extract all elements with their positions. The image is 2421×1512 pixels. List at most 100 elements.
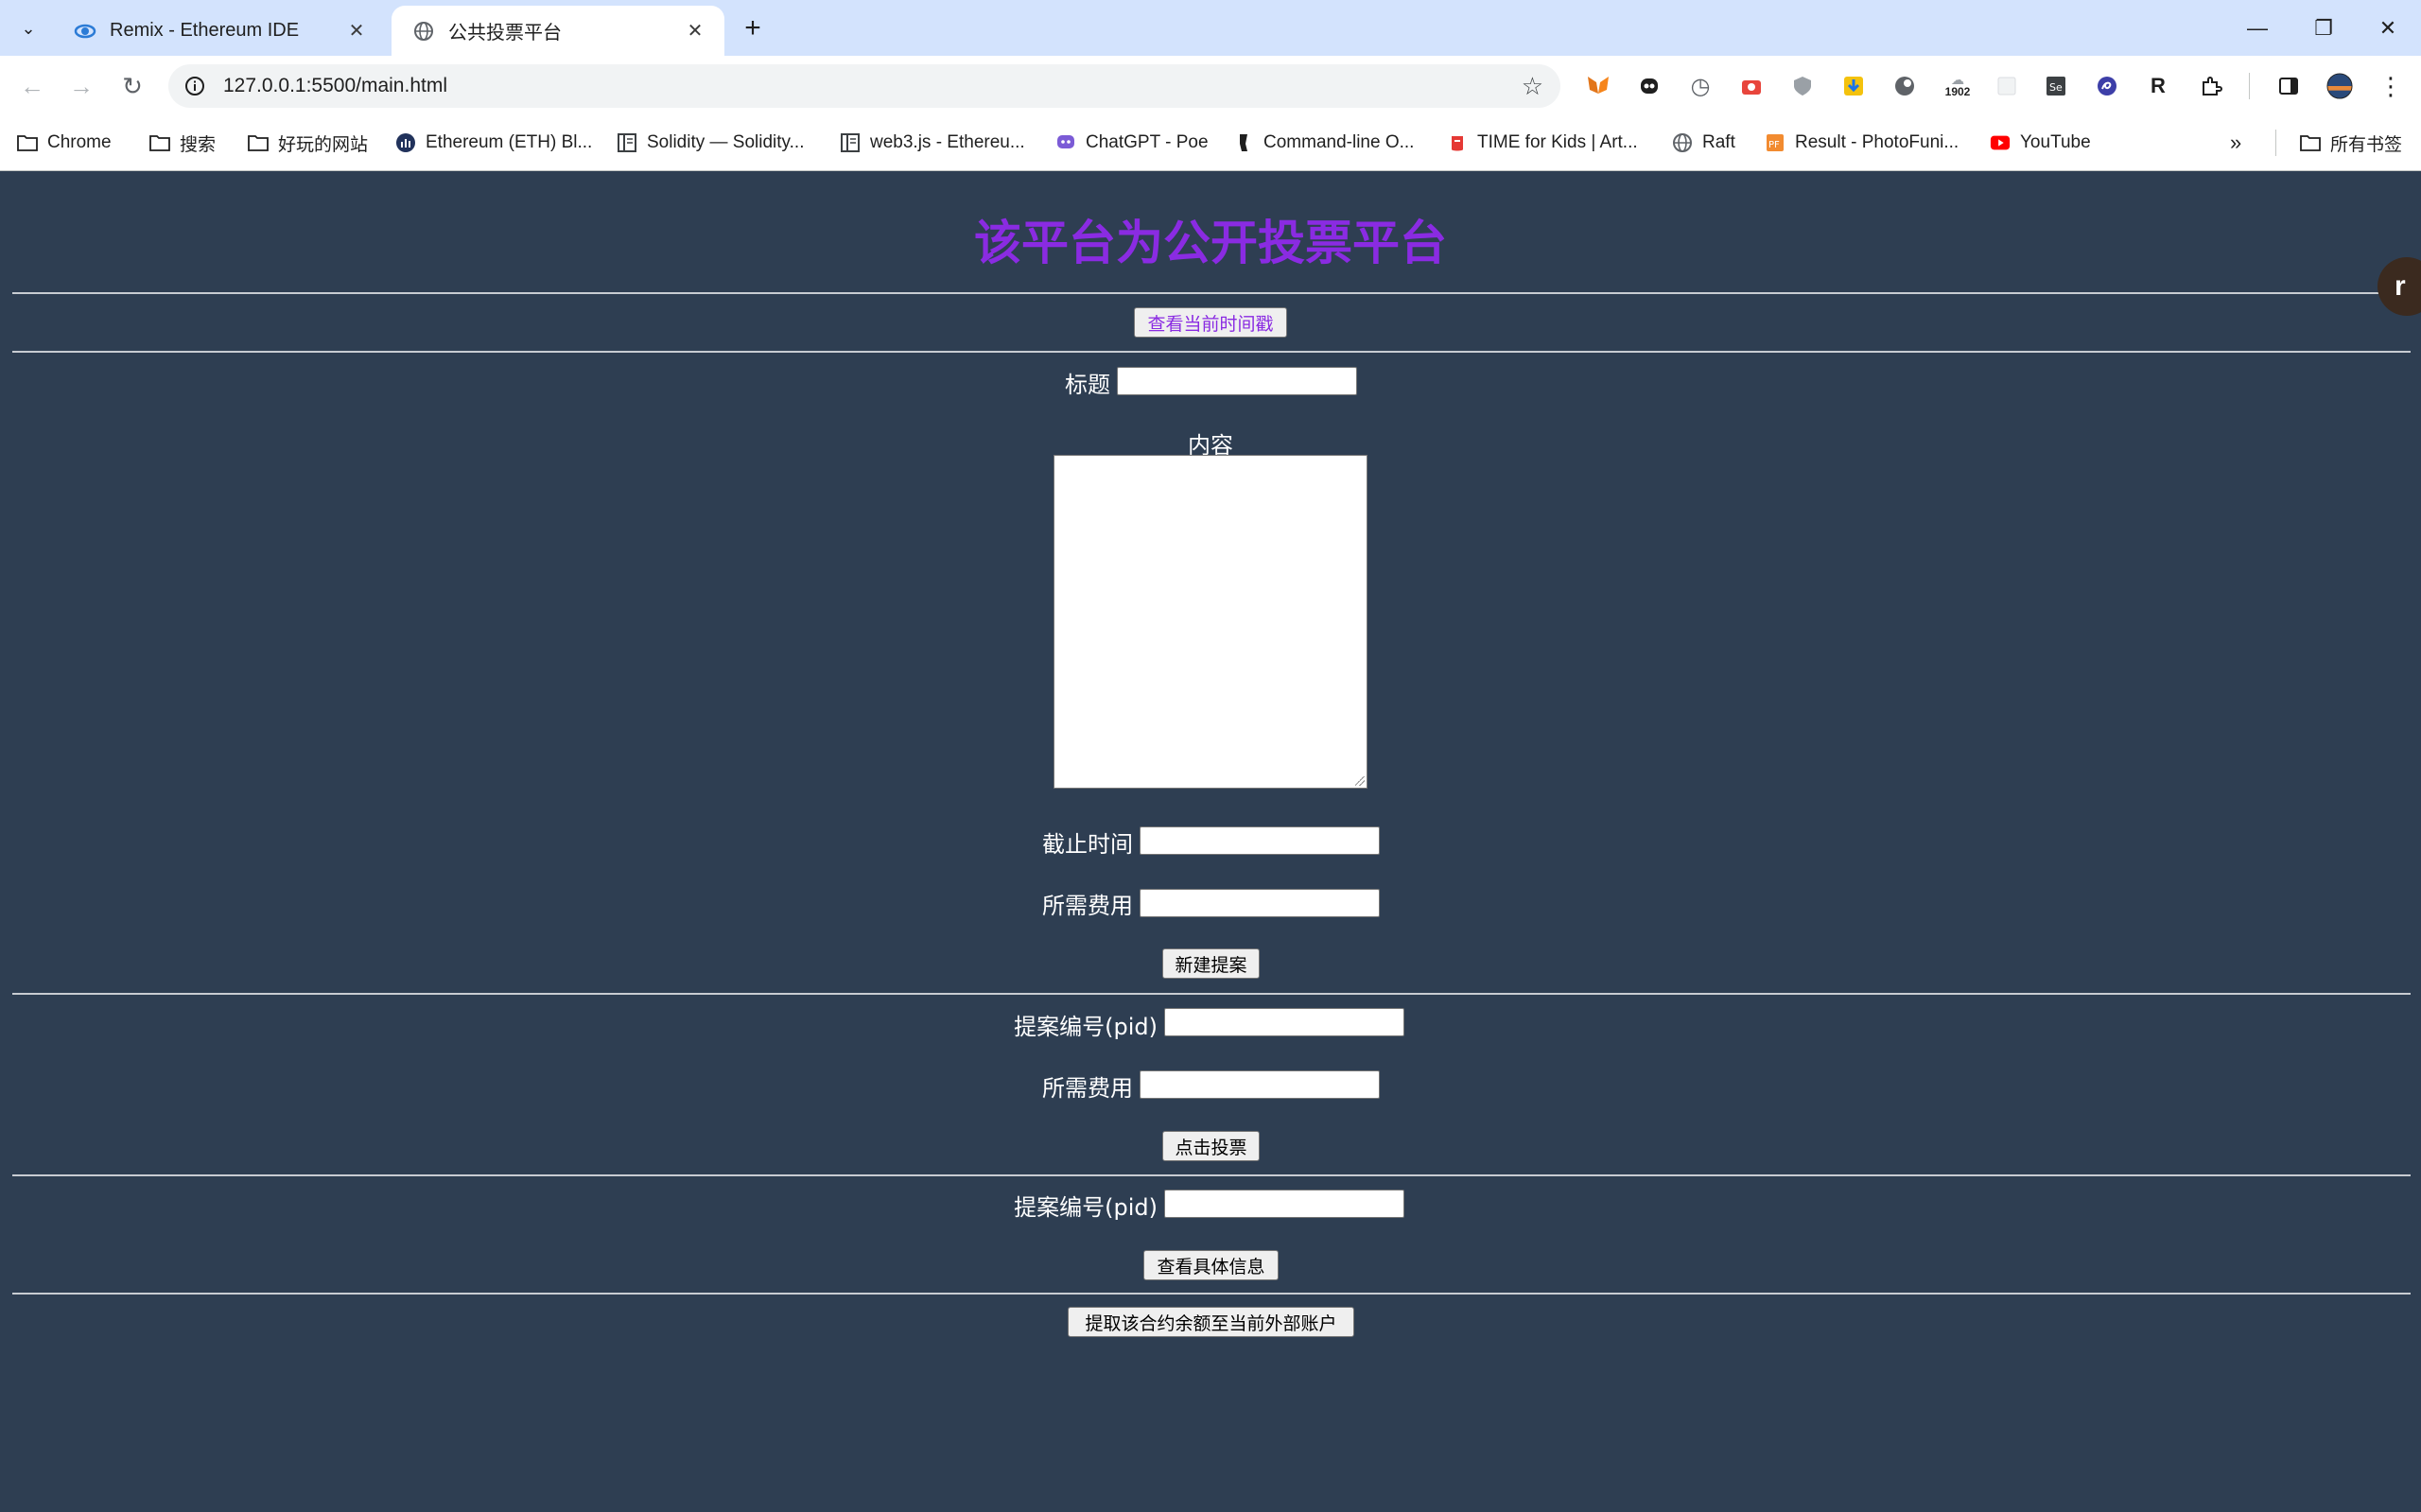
bookmark-label: 所有书签	[2330, 134, 2403, 155]
restore-icon: ❐	[2314, 15, 2333, 40]
swirl-extension-icon[interactable]	[2094, 73, 2120, 99]
command-icon	[1233, 132, 1254, 153]
address-bar[interactable]: 127.0.0.1:5500/main.html ☆	[168, 64, 1560, 108]
create-proposal-button[interactable]: 新建提案	[1162, 948, 1260, 979]
bookmark-time-for-kids[interactable]: TIME for Kids | Art...	[1447, 116, 1638, 169]
url-text[interactable]: 127.0.0.1:5500/main.html	[223, 64, 447, 108]
globe-icon	[412, 20, 435, 43]
title-input[interactable]	[1117, 367, 1357, 395]
download-icon[interactable]	[1840, 73, 1867, 99]
svg-text:Se: Se	[2049, 81, 2063, 94]
tab-strip: ⌄ Remix - Ethereum IDE ✕ 公共投票平台 ✕ + — ❐ …	[0, 0, 2421, 56]
folder-icon	[2300, 132, 2321, 153]
divider	[12, 292, 2411, 294]
bookmark-youtube[interactable]: YouTube	[1990, 116, 2091, 169]
restore-button[interactable]: ❐	[2290, 0, 2357, 56]
vote-pid-label: 提案编号(pid)	[1014, 1014, 1158, 1040]
bookmark-poe[interactable]: ChatGPT - Poe	[1055, 116, 1209, 169]
camera-icon[interactable]	[1738, 73, 1765, 99]
vote-fee-input[interactable]	[1140, 1070, 1380, 1099]
clock-icon[interactable]: ◷	[1687, 73, 1714, 99]
withdraw-balance-button[interactable]: 提取该合约余额至当前外部账户	[1068, 1307, 1354, 1337]
divider	[12, 351, 2411, 353]
shield-icon[interactable]	[1789, 73, 1816, 99]
divider	[12, 1174, 2411, 1176]
bookmark-photofunia[interactable]: PF Result - PhotoFuni...	[1765, 116, 1959, 169]
extension-ghost-icon[interactable]	[1636, 73, 1663, 99]
reload-button[interactable]: ↻	[115, 69, 149, 103]
tab-search-button[interactable]: ⌄	[13, 13, 44, 43]
vote-button[interactable]: 点击投票	[1162, 1131, 1260, 1161]
new-tab-button[interactable]: +	[736, 11, 770, 45]
divider	[12, 993, 2411, 995]
cloud-icon: ☁	[1951, 72, 1964, 87]
view-details-button[interactable]: 查看具体信息	[1143, 1250, 1279, 1280]
minimize-button[interactable]: —	[2224, 0, 2290, 56]
bookmark-label: 搜索	[180, 134, 217, 155]
remix-icon	[74, 20, 96, 43]
bookmark-solidity[interactable]: Solidity — Solidity...	[617, 116, 804, 169]
close-icon[interactable]: ✕	[344, 19, 369, 43]
bookmark-folder-search[interactable]: 搜索	[149, 116, 216, 169]
bookmark-label: Command-line O...	[1263, 132, 1415, 152]
page-title: 该平台为公开投票平台	[974, 217, 1447, 269]
divider	[12, 1293, 2411, 1295]
profile-avatar[interactable]	[2326, 73, 2353, 99]
chevron-down-icon: ⌄	[21, 18, 36, 38]
puzzle-extensions-icon[interactable]	[2198, 73, 2224, 99]
folder-icon	[17, 132, 38, 153]
bookmark-folder-fun-sites[interactable]: 好玩的网站	[248, 116, 368, 169]
vote-fee-label: 所需费用	[1042, 1075, 1133, 1102]
r-letter: r	[2395, 270, 2406, 302]
bookmark-label: Chrome	[47, 132, 112, 152]
fee-input[interactable]	[1140, 889, 1380, 917]
deadline-input[interactable]	[1140, 826, 1380, 855]
close-window-button[interactable]: ✕	[2355, 0, 2421, 56]
deadline-label: 截止时间	[1042, 831, 1133, 858]
back-button[interactable]: ←	[15, 69, 49, 103]
toolbar-divider	[2249, 73, 2250, 99]
tab-remix[interactable]: Remix - Ethereum IDE ✕	[53, 6, 386, 56]
extension-badge-count: 1902	[1944, 85, 1971, 98]
title-label: 标题	[1065, 372, 1110, 398]
vote-pid-input[interactable]	[1164, 1008, 1404, 1036]
bookmark-label: Raft	[1702, 132, 1735, 152]
youtube-icon	[1990, 132, 2011, 153]
forward-button[interactable]: →	[64, 69, 98, 103]
blank-extension-icon[interactable]	[1994, 73, 2020, 99]
docs-icon	[617, 132, 637, 153]
bookmark-star-icon[interactable]: ☆	[1522, 73, 1543, 99]
reload-icon: ↻	[122, 71, 143, 100]
bookmark-raft[interactable]: Raft	[1672, 116, 1735, 169]
view-timestamp-button[interactable]: 查看当前时间戳	[1134, 307, 1287, 338]
arrow-left-icon: ←	[20, 71, 44, 100]
bookmarks-overflow-button[interactable]: »	[2230, 116, 2241, 169]
info-pid-label: 提案编号(pid)	[1014, 1194, 1158, 1221]
bookmark-folder-chrome[interactable]: Chrome	[17, 116, 112, 169]
close-icon[interactable]: ✕	[683, 19, 707, 43]
bookmark-etherscan[interactable]: Ethereum (ETH) Bl...	[395, 116, 592, 169]
cloud-counter-icon[interactable]: ☁ 1902	[1941, 73, 1975, 99]
arrow-right-icon: →	[69, 71, 94, 100]
tab-voting-platform[interactable]: 公共投票平台 ✕	[392, 6, 724, 56]
info-icon[interactable]	[183, 75, 206, 97]
close-icon: ✕	[2378, 15, 2397, 40]
bookmark-web3js[interactable]: web3.js - Ethereu...	[840, 116, 1025, 169]
tab-title: 公共投票平台	[448, 23, 562, 43]
metamask-icon[interactable]	[1585, 73, 1611, 99]
selenium-icon[interactable]: Se	[2043, 73, 2069, 99]
r-extension-icon[interactable]: R	[2145, 73, 2171, 99]
content-textarea[interactable]	[1054, 455, 1367, 789]
bookmark-label: Result - PhotoFuni...	[1795, 132, 1959, 152]
info-pid-input[interactable]	[1164, 1190, 1404, 1218]
all-bookmarks-folder[interactable]: 所有书签	[2300, 116, 2402, 169]
resize-handle-icon[interactable]	[1355, 776, 1365, 786]
folder-icon	[248, 132, 269, 153]
browser-toolbar: ← → ↻ 127.0.0.1:5500/main.html ☆ ◷ ☁ 190…	[0, 56, 2421, 116]
more-menu-icon[interactable]: ⋮	[2377, 72, 2404, 100]
globe-extension-icon[interactable]	[1891, 73, 1918, 99]
bookmarks-bar: Chrome 搜索 好玩的网站 Ethereum (ETH) Bl... Sol…	[0, 116, 2421, 171]
page-body: 该平台为公开投票平台 查看当前时间戳 标题 内容 截止时间 所需费用 新建提案 …	[0, 171, 2421, 1512]
bookmark-command-line[interactable]: Command-line O...	[1233, 116, 1414, 169]
side-panel-icon[interactable]	[2275, 73, 2302, 99]
